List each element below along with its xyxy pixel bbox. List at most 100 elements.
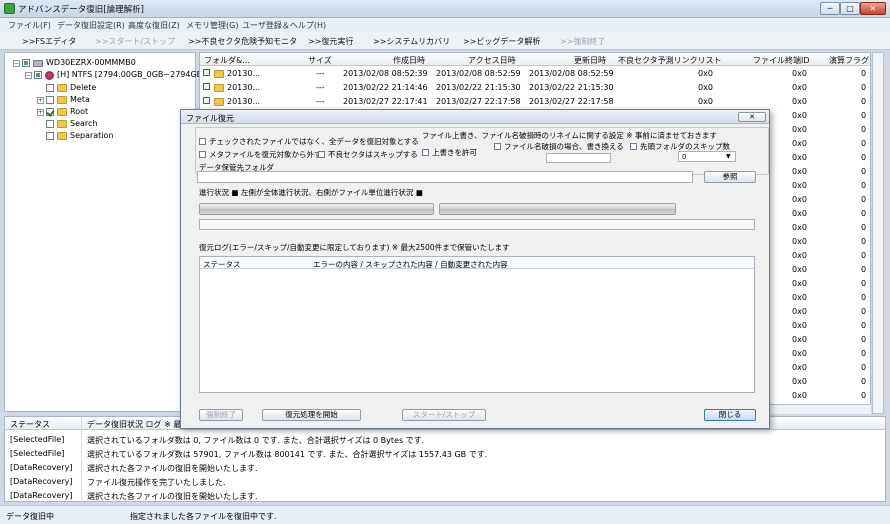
close-window-button[interactable]: ✕ [860,2,886,15]
folder-tree: − WD30EZRX-00MMMB0 − [H] NTFS [2794.00GB… [4,52,205,412]
menu-help[interactable]: ユーザ登録＆ヘルプ(H) [242,20,326,31]
row-checkbox[interactable] [203,69,210,76]
row-checkbox[interactable] [203,83,210,90]
app-icon [4,3,15,14]
table-row[interactable]: 20130... --- 2013/02/08 08:52:39 2013/02… [200,67,870,80]
opt-all-label: チェックされたファイルではなく、全データを復旧対象とする [209,137,419,146]
table-row[interactable]: 20130... --- 2013/02/27 22:17:41 2013/02… [200,95,870,108]
force-quit-button[interactable]: >>強制終了 [560,36,605,47]
collapse-icon[interactable]: − [25,71,32,79]
tree-item-separation[interactable]: Separation [37,130,114,142]
row-flag: 0 [861,195,867,204]
partition-checkbox[interactable] [34,71,42,79]
row-modified: 2013/02/08 08:52:59 [529,69,614,78]
checkbox[interactable] [318,151,325,158]
tree-item-meta[interactable]: + Meta [37,94,90,106]
rename-input[interactable] [546,153,611,163]
checkbox[interactable] [199,138,206,145]
maximize-button[interactable]: □ [840,2,860,15]
force-stop-button[interactable]: 強制終了 [199,409,243,421]
col-folder[interactable]: フォルダ&... [204,55,250,66]
row-flag: 0 [861,111,867,120]
opt-meta-label: メタファイルを復元対象から外す [209,150,322,159]
vertical-scrollbar[interactable] [872,52,884,414]
restore-log-col-status[interactable]: ステータス [203,259,241,270]
row-endid: 0x0 [792,335,807,344]
checkbox[interactable] [630,143,637,150]
menu-file[interactable]: ファイル(F) [8,20,51,31]
window-title: アドバンスデータ復旧[論理解析] [18,5,144,15]
restore-log-label: 復元ログ(エラー/スキップ/自動変更に限定しております) ※ 最大2500件まで… [199,243,510,252]
row-endid: 0x0 [792,349,807,358]
col-modified[interactable]: 更新日時 [574,55,606,66]
file-progress-bar [439,203,676,215]
row-flag: 0 [861,251,867,260]
row-endid: 0x0 [792,125,807,134]
fs-editor-button[interactable]: >>FSエディタ [22,36,76,47]
checkbox[interactable] [422,149,429,156]
log-col-status[interactable]: ステータス [10,419,50,430]
tree-item-drive[interactable]: − WD30EZRX-00MMMB0 [13,57,136,69]
opt-skip-bad-sector[interactable]: 不良セクタはスキップする [318,149,418,160]
col-flag[interactable]: 演算フラグ [829,55,869,66]
opt-all-data[interactable]: チェックされたファイルではなく、全データを復旧対象とする [199,136,419,147]
row-endid: 0x0 [792,237,807,246]
row-endid: 0x0 [792,69,807,78]
opt-exclude-meta[interactable]: メタファイルを復元対象から外す [199,149,322,160]
start-restore-button[interactable]: 復元処理を開始 [262,409,361,421]
drive-checkbox[interactable] [22,59,30,67]
collapse-icon[interactable]: − [13,59,20,67]
log-col-detail[interactable]: データ復旧状況 ログ ※ 最大 [87,419,189,430]
col-created[interactable]: 作成日時 [393,55,425,66]
col-accessed[interactable]: アクセス日時 [468,55,516,66]
bad-sector-monitor-button[interactable]: >>不良セクタ危険予知モニタ [188,36,297,47]
folder-checkbox[interactable] [46,132,54,140]
row-endid: 0x0 [792,391,807,400]
big-data-button[interactable]: >>ビッグデータ解析 [463,36,540,47]
log-status: [SelectedFile] [10,435,65,444]
row-checkbox[interactable] [203,97,210,104]
log-status: [DataRecovery] [10,477,73,486]
expand-icon[interactable]: + [37,96,44,104]
ntfs-partition-icon [45,70,54,80]
minimize-button[interactable]: ─ [820,2,840,15]
restore-execute-button[interactable]: >>復元実行 [308,36,353,47]
tree-item-partition[interactable]: − [H] NTFS [2794.00GB_0GB~2794GB] [25,69,205,81]
dialog-close-button[interactable]: ✕ [738,112,766,122]
browse-button[interactable]: 参照 [704,171,756,183]
opt-allow-overwrite[interactable]: 上書きを許可 [422,147,477,158]
start-stop-button[interactable]: >>スタート/ストップ [95,36,175,47]
tree-item-root[interactable]: + Root [37,106,88,118]
folder-checkbox[interactable] [46,120,54,128]
close-dialog-button[interactable]: 閉じる [704,409,756,421]
col-link[interactable]: 不良セクタ予測リンクリスト [618,55,722,66]
table-row[interactable]: 20130... --- 2013/02/22 21:14:46 2013/02… [200,81,870,94]
menu-advanced-recovery[interactable]: 高度な復旧(Z) [128,20,180,31]
log-status: [SelectedFile] [10,449,65,458]
folder-checkbox[interactable] [46,96,54,104]
checkbox[interactable] [199,151,206,158]
row-flag: 0 [861,83,867,92]
folder-checkbox[interactable] [46,108,54,116]
menu-recovery-settings[interactable]: データ復旧設定(R) [57,20,125,31]
folder-checkbox[interactable] [46,84,54,92]
restore-log-col-detail[interactable]: エラーの内容 / スキップされた内容 / 自動変更された内容 [313,259,508,270]
checkbox[interactable] [494,143,501,150]
start-stop-dialog-button[interactable]: スタート/ストップ [402,409,486,421]
skip-count-select[interactable]: 0 ▼ [678,151,736,162]
progress-detail-box [199,219,755,230]
tree-item-delete[interactable]: Delete [37,82,96,94]
opt-rename-broken[interactable]: ファイル名破損の場合、書き換える [494,141,624,152]
folder-icon [214,84,224,92]
row-created: 2013/02/08 08:52:39 [343,69,428,78]
menu-memory[interactable]: メモリ管理(G) [186,20,238,31]
dest-folder-input[interactable] [197,171,693,183]
tree-item-search[interactable]: Search [37,118,97,130]
dialog-title: ファイル復元 [186,114,234,123]
row-accessed: 2013/02/27 22:17:58 [436,97,521,106]
col-endid[interactable]: ファイル終端ID [753,55,810,66]
expand-icon[interactable]: + [37,108,44,116]
col-size[interactable]: サイズ [308,55,332,66]
system-recovery-button[interactable]: >>システムリカバリ [373,36,450,47]
drive-label: WD30EZRX-00MMMB0 [46,58,136,67]
